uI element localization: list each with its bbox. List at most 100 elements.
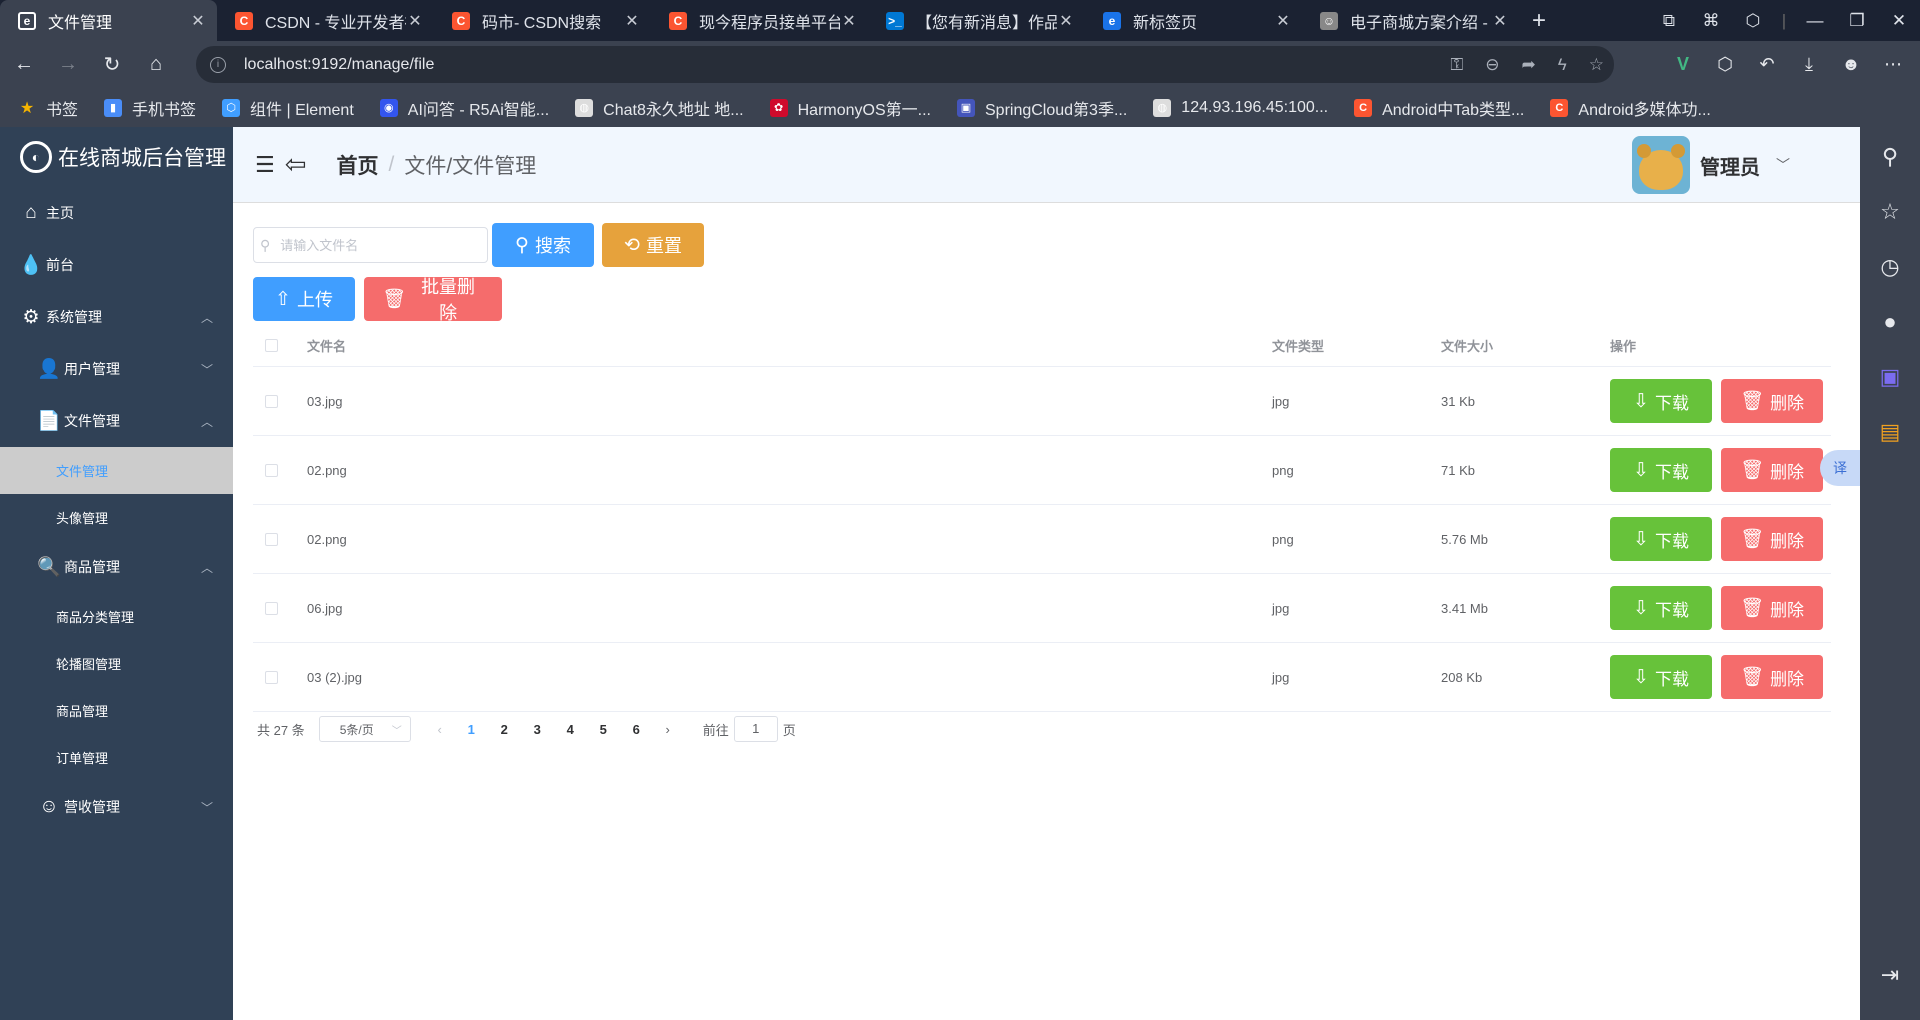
collapse-panel-icon[interactable]: ⇥ <box>1870 955 1910 995</box>
sidebar-item[interactable]: 商品管理 <box>0 687 233 734</box>
toolbox-icon[interactable]: ▤ <box>1870 412 1910 452</box>
tab-actions-icon[interactable]: ⧉ <box>1648 11 1690 31</box>
chevron-down-icon[interactable]: ﹀ <box>1776 155 1790 175</box>
browser-tab[interactable]: C 码市- CSDN搜索 ✕ <box>434 0 651 41</box>
delete-button[interactable]: 🗑 删除 <box>1721 448 1823 492</box>
sidebar-item[interactable]: 订单管理 <box>0 734 233 781</box>
close-tab-icon[interactable]: ✕ <box>1274 11 1292 31</box>
download-button[interactable]: ⇩ 下载 <box>1610 586 1712 630</box>
close-tab-icon[interactable]: ✕ <box>1491 11 1509 31</box>
breadcrumb-home[interactable]: 首页 <box>337 150 379 180</box>
bookmark-item[interactable]: ▣ SpringCloud第3季... <box>957 96 1127 120</box>
page-number-button[interactable]: 3 <box>521 722 554 737</box>
favorites-icon[interactable]: ☆ <box>1870 192 1910 232</box>
search-input[interactable] <box>280 237 471 253</box>
prev-page-button[interactable]: ‹ <box>425 722 455 737</box>
browser-tab[interactable]: e 新标签页 ✕ <box>1085 0 1302 41</box>
translate-button[interactable]: 译 <box>1820 450 1860 486</box>
app-logo[interactable]: ◐ 在线商城后台管理 <box>0 127 233 187</box>
download-button[interactable]: ⇩ 下载 <box>1610 379 1712 423</box>
page-number-button[interactable]: 1 <box>455 722 488 737</box>
next-page-button[interactable]: › <box>653 722 683 737</box>
close-tab-icon[interactable]: ✕ <box>189 11 207 31</box>
browser-tab[interactable]: e 文件管理 ✕ <box>0 0 217 41</box>
back-icon[interactable]: ← <box>4 45 44 85</box>
browser-tab[interactable]: C 现今程序员接单平台 ✕ <box>651 0 868 41</box>
upload-button[interactable]: ⇧ 上传 <box>253 277 355 321</box>
browser-tab[interactable]: C CSDN - 专业开发者社区✕ <box>217 0 434 41</box>
minimize-icon[interactable]: — <box>1794 11 1836 31</box>
select-all-checkbox[interactable] <box>265 338 278 352</box>
bot-icon[interactable]: ● <box>1870 302 1910 342</box>
extensions-icon[interactable]: ⬡ <box>1732 11 1774 31</box>
reset-button[interactable]: ⟲ 重置 <box>602 223 704 267</box>
history-icon[interactable]: ◷ <box>1870 247 1910 287</box>
row-checkbox[interactable] <box>265 532 278 546</box>
username[interactable]: 管理员 <box>1700 151 1760 180</box>
row-checkbox[interactable] <box>265 463 278 477</box>
sidebar-item[interactable]: 文件管理 <box>0 447 233 494</box>
goto-input[interactable]: 1 <box>733 716 778 742</box>
delete-button[interactable]: 🗑 删除 <box>1721 517 1823 561</box>
profile-avatar-icon[interactable]: ☻ <box>1832 54 1870 75</box>
sidebar-item[interactable]: ⚙ 系统管理 ︿ <box>0 291 233 343</box>
bookmark-item[interactable]: C Android多媒体功... <box>1550 96 1711 120</box>
row-checkbox[interactable] <box>265 394 278 408</box>
bookmark-item[interactable]: ◍ Chat8永久地址 地... <box>575 96 744 120</box>
row-checkbox[interactable] <box>265 670 278 684</box>
sidebar-item[interactable]: 💧 前台 <box>0 239 233 291</box>
delete-button[interactable]: 🗑 删除 <box>1721 586 1823 630</box>
delete-button[interactable]: 🗑 删除 <box>1721 379 1823 423</box>
search-icon[interactable]: ⚲ <box>1870 137 1910 177</box>
avatar[interactable] <box>1632 136 1690 194</box>
zoom-icon[interactable]: ⊖ <box>1485 55 1499 75</box>
row-checkbox[interactable] <box>265 601 278 615</box>
close-tab-icon[interactable]: ✕ <box>840 11 858 31</box>
download-button[interactable]: ⇩ 下载 <box>1610 655 1712 699</box>
download-icon[interactable]: ⤓ <box>1790 54 1828 75</box>
site-info-icon[interactable]: i <box>210 56 226 73</box>
bookmark-item[interactable]: ◉ AI问答 - R5Ai智能... <box>379 96 549 120</box>
sidebar-item[interactable]: ☺ 营收管理 ﹀ <box>0 781 233 833</box>
browser-tab[interactable]: ☺ 电子商城方案介绍 - 1 ✕ <box>1302 0 1519 41</box>
url-bar[interactable]: i localhost:9192/manage/file ⚿ ⊖ ➦ ϟ ☆ <box>196 46 1614 83</box>
bookmark-item[interactable]: ⬡ 组件 | Element <box>222 96 354 120</box>
vue-devtools-icon[interactable]: V <box>1664 54 1702 75</box>
sidebar-item[interactable]: 📄 文件管理 ︿ <box>0 395 233 447</box>
user-menu[interactable]: 管理员 ﹀ <box>1632 136 1790 194</box>
puzzle-icon[interactable]: ⬡ <box>1706 54 1744 75</box>
delete-button[interactable]: 🗑 删除 <box>1721 655 1823 699</box>
close-tab-icon[interactable]: ✕ <box>406 11 424 31</box>
search-input-wrapper[interactable]: ⚲ <box>253 227 488 263</box>
bookmark-item[interactable]: C Android中Tab类型... <box>1354 96 1524 120</box>
close-tab-icon[interactable]: ✕ <box>623 11 641 31</box>
share-icon[interactable]: ➦ <box>1522 55 1536 75</box>
sidebar-item[interactable]: 商品分类管理 <box>0 593 233 640</box>
bookmark-item[interactable]: ◍ 124.93.196.45:100... <box>1153 98 1328 117</box>
bookmark-item[interactable]: ✿ HarmonyOS第一... <box>769 96 931 120</box>
home-icon[interactable]: ⌂ <box>136 45 176 85</box>
page-number-button[interactable]: 2 <box>488 722 521 737</box>
page-number-button[interactable]: 4 <box>554 722 587 737</box>
sidebar-item[interactable]: 🔍 商品管理 ︿ <box>0 541 233 593</box>
bookmark-item[interactable]: ★ 书签 <box>18 96 78 120</box>
close-tab-icon[interactable]: ✕ <box>1057 11 1075 31</box>
page-number-button[interactable]: 6 <box>620 722 653 737</box>
download-button[interactable]: ⇩ 下载 <box>1610 517 1712 561</box>
sidebar-item[interactable]: ⌂ 主页 <box>0 187 233 239</box>
download-button[interactable]: ⇩ 下载 <box>1610 448 1712 492</box>
close-window-icon[interactable]: ✕ <box>1878 11 1920 31</box>
undo-icon[interactable]: ↶ <box>1748 54 1786 75</box>
sidebar-item[interactable]: 👤 用户管理 ﹀ <box>0 343 233 395</box>
url-text[interactable]: localhost:9192/manage/file <box>244 56 434 74</box>
forward-icon[interactable]: → <box>48 45 88 85</box>
bookmark-item[interactable]: ▮ 手机书签 <box>104 96 196 120</box>
collections-icon[interactable]: ⌘ <box>1690 11 1732 31</box>
back-arrow-icon[interactable]: ⇦ <box>285 149 307 180</box>
browser-tab[interactable]: >_ 【您有新消息】作品 ✕ <box>868 0 1085 41</box>
sidebar-item[interactable]: 轮播图管理 <box>0 640 233 687</box>
new-tab-button[interactable]: + <box>1519 0 1559 41</box>
sidebar-item[interactable]: 头像管理 <box>0 494 233 541</box>
menu-toggle-icon[interactable]: ☰ <box>255 152 275 178</box>
bolt-icon[interactable]: ϟ <box>1558 55 1567 75</box>
